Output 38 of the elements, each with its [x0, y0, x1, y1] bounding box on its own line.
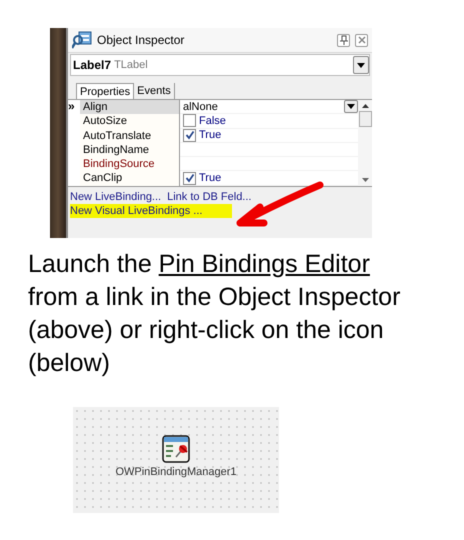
property-name[interactable]: Align: [80, 100, 180, 114]
scrollbar[interactable]: [358, 100, 372, 186]
up-arrow-icon[interactable]: [362, 104, 368, 108]
property-name[interactable]: AutoSize: [80, 114, 180, 129]
component-selector[interactable]: Label7 TLabel: [70, 54, 370, 76]
property-value: True: [199, 128, 222, 142]
property-name[interactable]: AutoTranslate: [80, 128, 180, 143]
property-name[interactable]: CanClip: [80, 171, 180, 186]
pin-button[interactable]: [337, 34, 350, 46]
scrollbar-thumb[interactable]: [358, 111, 372, 127]
pin-icon: [340, 35, 348, 45]
current-row-marker: »: [68, 100, 76, 114]
tab[interactable]: Events: [134, 83, 175, 99]
caret-icon: [347, 104, 355, 110]
checkbox[interactable]: [183, 114, 196, 128]
editor-link[interactable]: Pin Bindings Editor: [158, 250, 370, 278]
inspector-icon: [72, 31, 92, 49]
property-value: True: [199, 171, 222, 186]
dropdown-button[interactable]: [344, 100, 358, 114]
panel-title: Object Inspector: [97, 33, 184, 47]
property-value: False: [199, 114, 226, 128]
property-name[interactable]: BindingName: [80, 142, 180, 158]
checkbox[interactable]: [183, 128, 196, 142]
link[interactable]: New LiveBinding...: [70, 190, 162, 204]
checkbox[interactable]: [183, 172, 196, 185]
down-arrow-icon[interactable]: [362, 178, 368, 182]
close-button[interactable]: [355, 34, 368, 46]
component-icon[interactable]: [162, 435, 190, 463]
caption-text: Launch the Pin Bindings Editor from a link in the Object Inspector (above) or right-click on the icon (below): [28, 249, 402, 379]
close-icon: [358, 36, 366, 44]
property-value[interactable]: alNone: [183, 100, 218, 114]
dropdown-button[interactable]: [353, 56, 369, 74]
link[interactable]: New Visual LiveBindings ...: [70, 204, 232, 218]
caret-icon: [357, 62, 365, 68]
component-label: OWPinBindingManager1: [115, 466, 237, 478]
property-name[interactable]: BindingSource: [80, 157, 180, 172]
tab[interactable]: Properties: [76, 83, 134, 99]
link[interactable]: Link to DB Feld...: [167, 190, 252, 204]
